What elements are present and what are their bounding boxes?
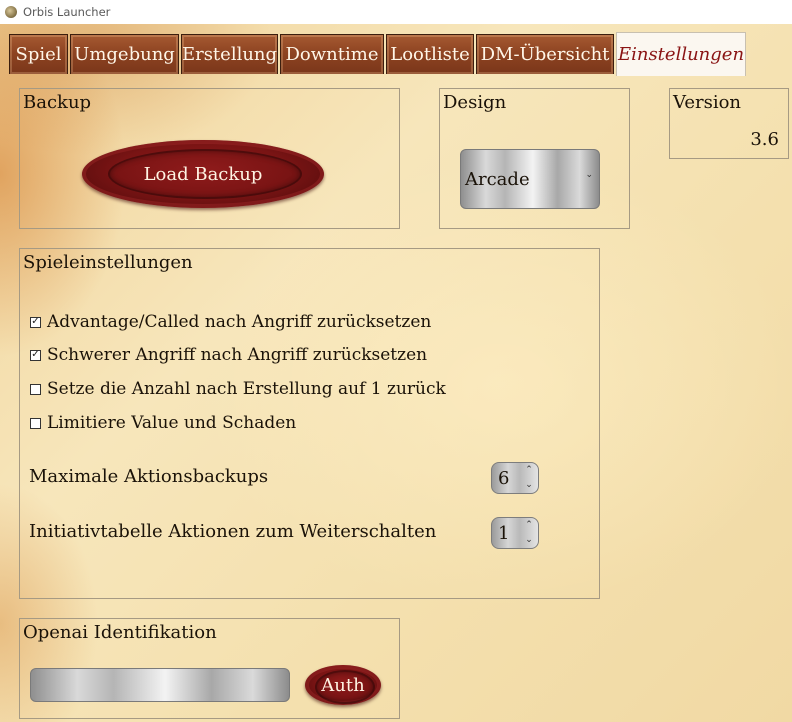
chevron-down-icon: ⌄ bbox=[585, 170, 593, 180]
checkbox-label: Schwerer Angriff nach Angriff zurücksetz… bbox=[47, 345, 428, 365]
max-backups-label: Maximale Aktionsbackups bbox=[29, 466, 269, 487]
auth-button[interactable]: Auth bbox=[305, 665, 381, 705]
load-backup-button[interactable]: Load Backup bbox=[82, 140, 324, 208]
version-title: Version bbox=[673, 92, 742, 113]
chevron-down-icon[interactable]: ⌄ bbox=[525, 536, 533, 545]
checkbox-label: Setze die Anzahl nach Erstellung auf 1 z… bbox=[47, 379, 446, 399]
checkbox-checked-icon: ✓ bbox=[30, 349, 41, 361]
initiative-stepper[interactable]: 1 ⌃ ⌄ bbox=[491, 517, 539, 549]
backup-title: Backup bbox=[23, 92, 92, 113]
chevron-up-icon[interactable]: ⌃ bbox=[525, 466, 533, 475]
checkbox-limit-value[interactable]: Limitiere Value und Schaden bbox=[30, 413, 296, 433]
design-select[interactable]: Arcade ⌄ bbox=[460, 149, 600, 209]
game-settings-panel: Spieleinstellungen ✓ Advantage/Called na… bbox=[19, 248, 600, 599]
tab-spiel[interactable]: Spiel bbox=[9, 34, 68, 74]
initiative-value: 1 bbox=[498, 522, 510, 544]
design-title: Design bbox=[443, 92, 507, 113]
load-backup-label: Load Backup bbox=[143, 163, 263, 185]
tab-bar: Spiel Umgebung Erstellung Downtime Lootl… bbox=[9, 32, 748, 76]
window-title: Orbis Launcher bbox=[23, 5, 111, 19]
openai-key-input[interactable] bbox=[30, 668, 290, 702]
chevron-up-icon[interactable]: ⌃ bbox=[525, 521, 533, 530]
max-backups-value: 6 bbox=[498, 467, 510, 489]
checkbox-reset-advantage[interactable]: ✓ Advantage/Called nach Angriff zurückse… bbox=[30, 312, 431, 332]
checkbox-label: Limitiere Value und Schaden bbox=[47, 413, 297, 433]
game-settings-title: Spieleinstellungen bbox=[23, 252, 193, 273]
tab-erstellung[interactable]: Erstellung bbox=[181, 34, 278, 74]
design-panel: Design Arcade ⌄ bbox=[439, 88, 630, 229]
tab-umgebung[interactable]: Umgebung bbox=[70, 34, 179, 74]
window-titlebar: Orbis Launcher bbox=[0, 0, 792, 24]
checkbox-checked-icon: ✓ bbox=[30, 316, 41, 328]
auth-label: Auth bbox=[321, 674, 365, 696]
orbis-app-icon bbox=[5, 6, 17, 18]
openai-title: Openai Identifikation bbox=[23, 622, 217, 643]
openai-panel: Openai Identifikation Auth bbox=[19, 618, 400, 719]
initiative-label: Initiativtabelle Aktionen zum Weiterscha… bbox=[29, 521, 437, 542]
backup-panel: Backup Load Backup bbox=[19, 88, 400, 229]
checkbox-label: Advantage/Called nach Angriff zurücksetz… bbox=[47, 312, 432, 332]
tab-einstellungen[interactable]: Einstellungen bbox=[616, 32, 746, 76]
checkbox-unchecked-icon bbox=[30, 417, 41, 429]
design-selected-value: Arcade bbox=[465, 168, 530, 190]
tab-lootliste[interactable]: Lootliste bbox=[386, 34, 474, 74]
max-backups-stepper[interactable]: 6 ⌃ ⌄ bbox=[491, 462, 539, 494]
version-panel: Version 3.6 bbox=[669, 88, 789, 159]
checkbox-unchecked-icon bbox=[30, 383, 41, 395]
tab-dm-uebersicht[interactable]: DM-Übersicht bbox=[476, 34, 614, 74]
tab-downtime[interactable]: Downtime bbox=[280, 34, 384, 74]
checkbox-reset-count[interactable]: Setze die Anzahl nach Erstellung auf 1 z… bbox=[30, 379, 446, 399]
version-value: 3.6 bbox=[750, 129, 779, 150]
chevron-down-icon[interactable]: ⌄ bbox=[525, 481, 533, 490]
checkbox-reset-heavy-attack[interactable]: ✓ Schwerer Angriff nach Angriff zurückse… bbox=[30, 345, 427, 365]
